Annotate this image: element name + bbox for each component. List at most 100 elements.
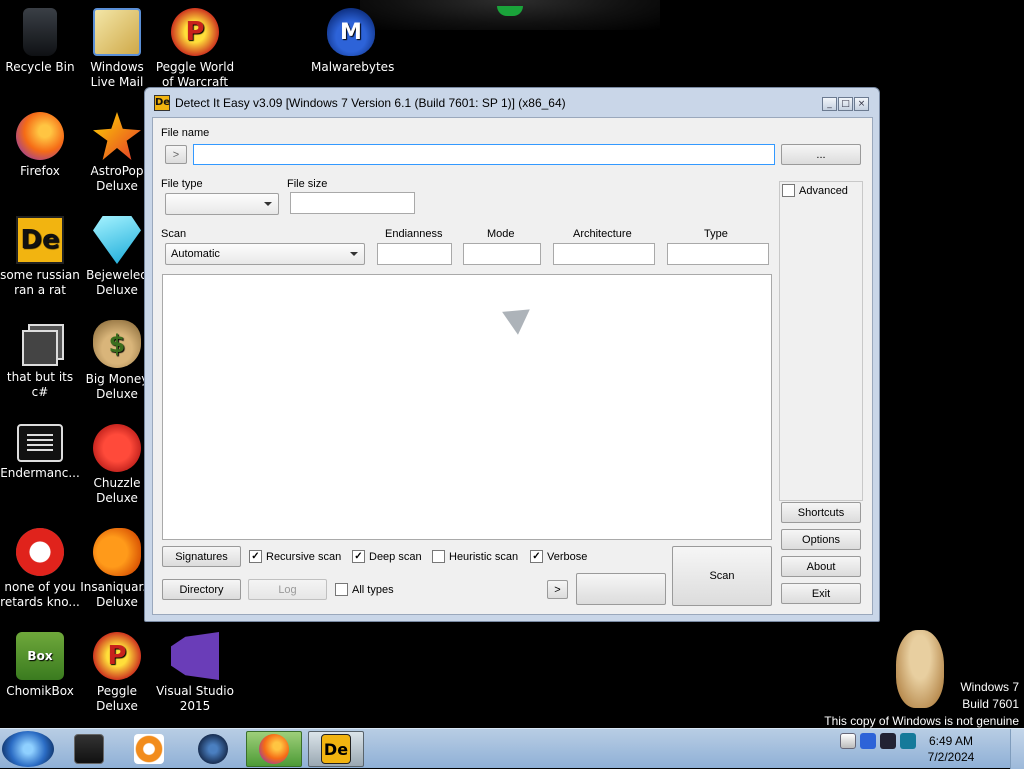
desktop-icon-label: Malwarebytes — [311, 60, 395, 74]
chuzzle-icon — [93, 424, 141, 472]
desktop-icon-label: Firefox — [20, 164, 60, 178]
verbose-checkbox[interactable]: ✓ Verbose — [530, 550, 587, 563]
detect-it-easy-icon: De — [16, 216, 64, 264]
directory-button[interactable]: Directory — [162, 579, 241, 600]
taskbar: De 6:49 AM 7/2/2024 — [0, 728, 1024, 769]
fish-icon — [93, 528, 141, 576]
all-types-label: All types — [352, 583, 394, 596]
file-size-label: File size — [287, 178, 328, 190]
architecture-field[interactable] — [553, 243, 655, 265]
checkbox-box: ✓ — [530, 550, 543, 563]
file-size-field[interactable] — [290, 192, 415, 214]
close-button[interactable]: × — [854, 97, 869, 111]
recursive-scan-label: Recursive scan — [266, 550, 342, 563]
signatures-button[interactable]: Signatures — [162, 546, 241, 567]
scan-label: Scan — [161, 228, 187, 240]
network-icon[interactable] — [880, 733, 896, 749]
taskbar-item-folder[interactable] — [61, 731, 117, 767]
maximize-button[interactable]: □ — [838, 97, 853, 111]
file-name-label: File name — [161, 127, 210, 139]
scan-results-area[interactable] — [162, 274, 772, 540]
globe-icon — [198, 734, 228, 764]
scan-button[interactable]: Scan — [672, 546, 772, 606]
exit-button[interactable]: Exit — [781, 583, 861, 604]
heuristic-scan-label: Heuristic scan — [449, 550, 519, 563]
desktop-icon-some-russian[interactable]: De some russian ran a rat — [0, 216, 80, 298]
chevron-down-icon — [350, 252, 358, 256]
browse-button[interactable]: ... — [781, 144, 861, 165]
desktop-icon-chomikbox[interactable]: Box ChomikBox — [0, 632, 80, 699]
taskbar-clock[interactable]: 6:49 AM 7/2/2024 — [916, 733, 986, 765]
system-tray — [840, 733, 916, 749]
peggle-icon: P — [93, 632, 141, 680]
desktop-icon-visual-studio[interactable]: Visual Studio 2015 — [155, 632, 235, 714]
detect-it-easy-window: De Detect It Easy v3.09 [Windows 7 Versi… — [144, 87, 880, 622]
desktop-icon-endermanch[interactable]: Endermanc... — [0, 424, 80, 481]
checkbox-box: ✓ — [249, 550, 262, 563]
advanced-panel — [779, 181, 863, 501]
type-label: Type — [704, 228, 728, 240]
taskbar-item-firefox[interactable] — [246, 731, 302, 767]
volume-icon[interactable] — [900, 733, 916, 749]
desktop-icon-malwarebytes[interactable]: M Malwarebytes — [311, 8, 395, 75]
log-button[interactable]: Log — [248, 579, 327, 600]
desktop-icon-none-of-you[interactable]: none of you retards kno... — [0, 528, 80, 610]
recursive-scan-checkbox[interactable]: ✓ Recursive scan — [249, 550, 341, 563]
type-field[interactable] — [667, 243, 769, 265]
mode-field[interactable] — [463, 243, 541, 265]
desktop-icon-windows-live-mail[interactable]: Windows Live Mail — [77, 8, 157, 90]
taskbar-item-detect-it-easy[interactable]: De — [308, 731, 364, 767]
chevron-down-icon — [264, 202, 272, 206]
advanced-checkbox[interactable]: Advanced — [782, 184, 848, 197]
desktop-icon-that-but-its-csharp[interactable]: that but its c# — [0, 320, 80, 400]
file-type-combo[interactable] — [165, 193, 279, 215]
copy-icon — [22, 330, 58, 366]
all-types-checkbox[interactable]: All types — [335, 583, 394, 596]
checkbox-box — [432, 550, 445, 563]
options-button[interactable]: Options — [781, 529, 861, 550]
taskbar-item-media-player[interactable] — [121, 731, 177, 767]
endianness-label: Endianness — [385, 228, 443, 240]
scan-mode-value: Automatic — [171, 248, 220, 260]
app-icon: De — [154, 95, 170, 111]
next-arrow-button[interactable]: > — [547, 580, 568, 599]
detect-it-easy-icon: De — [321, 734, 351, 764]
advanced-label: Advanced — [799, 184, 848, 197]
window-titlebar[interactable]: De Detect It Easy v3.09 [Windows 7 Versi… — [145, 88, 879, 118]
mail-icon — [93, 8, 141, 56]
shortcuts-button[interactable]: Shortcuts — [781, 502, 861, 523]
minimize-button[interactable]: _ — [822, 97, 837, 111]
watermark-line-1: Windows 7 — [960, 680, 1019, 694]
desktop-icon-label: that but its c# — [6, 370, 74, 399]
document-list-icon — [17, 424, 63, 462]
desktop-icon-label: ChomikBox — [6, 684, 74, 698]
gem-icon — [93, 216, 141, 264]
desktop-icon-firefox[interactable]: Firefox — [0, 112, 80, 179]
file-name-input[interactable] — [193, 144, 775, 165]
scan-mode-combo[interactable]: Automatic — [165, 243, 365, 265]
window-client-area: File name > ... File type File size Adva… — [152, 117, 873, 615]
clock-time: 6:49 AM — [928, 734, 974, 748]
watermark-line-2: Build 7601 — [962, 697, 1019, 711]
shield-icon[interactable] — [860, 733, 876, 749]
visual-studio-icon — [171, 632, 219, 680]
recycle-bin-icon — [23, 8, 57, 56]
media-player-icon — [134, 734, 164, 764]
taskbar-item-globe[interactable] — [185, 731, 241, 767]
heuristic-scan-checkbox[interactable]: Heuristic scan — [432, 550, 518, 563]
file-arrow-button[interactable]: > — [165, 145, 187, 164]
desktop-icon-peggle-deluxe[interactable]: P Peggle Deluxe — [77, 632, 157, 714]
desktop-top-glow — [360, 0, 660, 30]
desktop-icon-label: Recycle Bin — [5, 60, 75, 74]
about-button[interactable]: About — [781, 556, 861, 577]
deep-scan-checkbox[interactable]: ✓ Deep scan — [352, 550, 422, 563]
show-desktop-button[interactable] — [1010, 729, 1024, 769]
checkbox-box — [782, 184, 795, 197]
show-hidden-icons-icon[interactable] — [840, 733, 856, 749]
desktop-icon-recycle-bin[interactable]: Recycle Bin — [0, 8, 80, 75]
desktop-icon-label: Peggle Deluxe — [96, 684, 138, 713]
deep-scan-label: Deep scan — [369, 550, 422, 563]
endianness-field[interactable] — [377, 243, 452, 265]
architecture-label: Architecture — [573, 228, 632, 240]
start-button[interactable] — [2, 731, 54, 767]
